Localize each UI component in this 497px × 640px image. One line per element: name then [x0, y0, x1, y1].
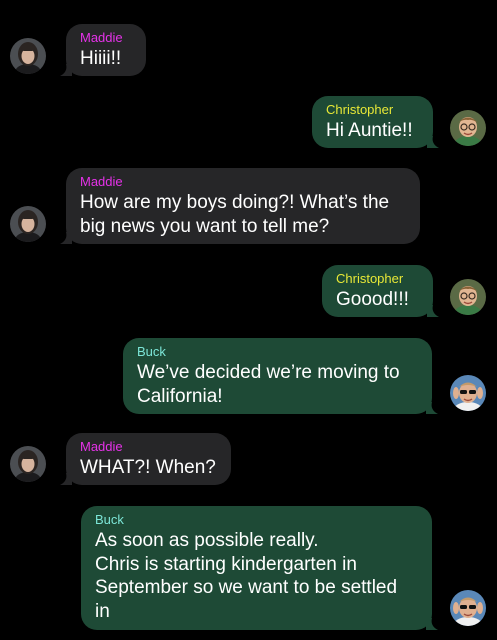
sender-name: Maddie [80, 30, 123, 45]
bubble-tail [426, 618, 438, 630]
avatar-buck[interactable] [450, 375, 486, 411]
bubble-tail [427, 136, 439, 148]
avatar-christopher[interactable] [450, 279, 486, 315]
sender-name: Maddie [80, 174, 123, 189]
sender-name: Maddie [80, 439, 123, 454]
bubble-tail [60, 64, 72, 76]
message-bubble[interactable]: Maddie Hiiii!! [66, 24, 146, 76]
message-bubble[interactable]: Buck As soon as possible really. Chris i… [81, 506, 432, 630]
sender-name: Christopher [326, 102, 394, 117]
message-text: As soon as possible really. Chris is sta… [95, 530, 398, 622]
bubble-tail [427, 305, 439, 317]
avatar-christopher[interactable] [450, 110, 486, 146]
message-bubble[interactable]: Buck We’ve decided we’re moving to Calif… [123, 338, 432, 414]
message-bubble[interactable]: Christopher Hi Auntie!! [312, 96, 433, 148]
bubble-tail [60, 232, 72, 244]
avatar-buck[interactable] [450, 590, 486, 626]
bubble-tail [60, 473, 72, 485]
sender-name: Christopher [336, 271, 404, 286]
message-bubble[interactable]: Maddie How are my boys doing?! What’s th… [66, 168, 420, 244]
message-text: WHAT?! When? [80, 457, 216, 478]
avatar-maddie[interactable] [10, 446, 46, 482]
bubble-tail [426, 402, 438, 414]
sender-name: Buck [137, 344, 166, 359]
chat-transcript: Maddie Hiiii!! Christopher Hi Auntie!! M… [0, 0, 497, 640]
avatar-maddie[interactable] [10, 206, 46, 242]
message-text: Goood!!! [336, 289, 409, 310]
message-text: How are my boys doing?! What’s the big n… [80, 192, 390, 237]
message-text: We’ve decided we’re moving to California… [137, 362, 400, 407]
avatar-maddie[interactable] [10, 38, 46, 74]
message-text: Hiiii!! [80, 48, 122, 69]
message-bubble[interactable]: Maddie WHAT?! When? [66, 433, 231, 485]
message-text: Hi Auntie!! [326, 120, 413, 141]
sender-name: Buck [95, 512, 124, 527]
message-bubble[interactable]: Christopher Goood!!! [322, 265, 433, 317]
